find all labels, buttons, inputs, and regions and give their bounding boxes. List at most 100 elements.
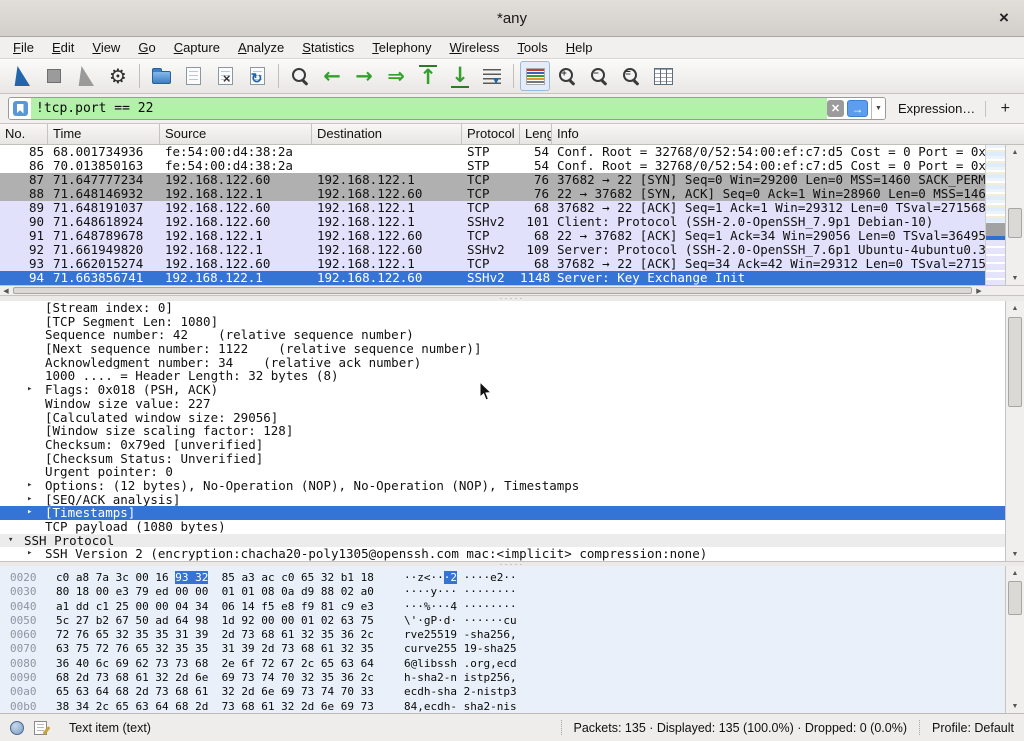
menu-statistics[interactable]: Statistics: [293, 37, 363, 58]
resize-columns-button[interactable]: [648, 61, 678, 91]
hex-row[interactable]: 003080 18 00 e3 79 ed 00 00 01 01 08 0a …: [10, 585, 1024, 599]
detail-line[interactable]: ▸Options: (12 bytes), No-Operation (NOP)…: [0, 479, 1007, 493]
go-forward-button[interactable]: →: [349, 61, 379, 91]
scroll-up-icon[interactable]: ▲: [1006, 301, 1024, 315]
scroll-down-icon[interactable]: ▼: [1006, 271, 1024, 285]
scroll-up-icon[interactable]: ▲: [1006, 566, 1024, 580]
detail-line[interactable]: [Window size scaling factor: 128]: [0, 424, 1007, 438]
hex-row[interactable]: 009068 2d 73 68 61 32 2d 6e 69 73 74 70 …: [10, 671, 1024, 685]
zoom-out-button[interactable]: −: [584, 61, 614, 91]
column-header-no[interactable]: No.: [0, 124, 48, 144]
detail-line[interactable]: [Checksum Status: Unverified]: [0, 452, 1007, 466]
filter-expression-text[interactable]: !tcp.port == 22: [36, 101, 153, 116]
zoom-reset-button[interactable]: =: [616, 61, 646, 91]
packet-row[interactable]: 9071.648618924192.168.122.60192.168.122.…: [0, 215, 985, 229]
hex-row[interactable]: 0040a1 dd c1 25 00 00 04 34 06 14 f5 e8 …: [10, 600, 1024, 614]
hscrollbar-thumb[interactable]: [13, 287, 972, 294]
hex-row[interactable]: 008036 40 6c 69 62 73 73 68 2e 6f 72 67 …: [10, 657, 1024, 671]
bytes-vscrollbar[interactable]: ▲ ▼: [1005, 566, 1024, 713]
menu-capture[interactable]: Capture: [165, 37, 229, 58]
scrollbar-thumb[interactable]: [1008, 581, 1022, 615]
reload-button[interactable]: ↻: [242, 61, 272, 91]
go-first-button[interactable]: ↑: [413, 61, 443, 91]
packet-row[interactable]: 8670.013850163fe:54:00:d4:38:2aSTP54Conf…: [0, 159, 985, 173]
filter-bookmark-button[interactable]: [9, 98, 31, 119]
zoom-in-button[interactable]: +: [552, 61, 582, 91]
hex-row[interactable]: 00505c 27 b2 67 50 ad 64 98 1d 92 00 00 …: [10, 614, 1024, 628]
column-header-time[interactable]: Time: [48, 124, 160, 144]
detail-line[interactable]: 1000 .... = Header Length: 32 bytes (8): [0, 369, 1007, 383]
column-header-length[interactable]: Length: [520, 124, 552, 144]
colorize-button[interactable]: [520, 61, 550, 91]
open-file-button[interactable]: [146, 61, 176, 91]
close-window-button[interactable]: ×: [992, 6, 1016, 30]
packet-row[interactable]: 8568.001734936fe:54:00:d4:38:2aSTP54Conf…: [0, 145, 985, 159]
packet-list-minimap[interactable]: [985, 145, 1005, 285]
close-file-button[interactable]: ×: [210, 61, 240, 91]
packet-list-hscrollbar[interactable]: ◀ ▶: [0, 285, 985, 295]
add-filter-button[interactable]: +: [996, 100, 1014, 118]
scroll-up-icon[interactable]: ▲: [1006, 145, 1024, 159]
column-header-protocol[interactable]: Protocol: [462, 124, 520, 144]
menu-telephony[interactable]: Telephony: [363, 37, 440, 58]
hex-row[interactable]: 0020c0 a8 7a 3c 00 16 93 32 85 a3 ac c0 …: [10, 571, 1024, 585]
packet-list-vscrollbar[interactable]: ▲ ▼: [1005, 145, 1024, 285]
clear-filter-button[interactable]: ✕: [827, 100, 844, 117]
restart-capture-button[interactable]: [71, 61, 101, 91]
detail-line[interactable]: [Stream index: 0]: [0, 301, 1007, 315]
expert-info-icon[interactable]: [10, 721, 24, 735]
apply-filter-button[interactable]: →: [847, 100, 868, 117]
detail-line[interactable]: Sequence number: 42 (relative sequence n…: [0, 328, 1007, 342]
detail-line[interactable]: ▾SSH Protocol: [0, 534, 1007, 548]
go-last-button[interactable]: ↓: [445, 61, 475, 91]
menu-help[interactable]: Help: [557, 37, 602, 58]
go-back-button[interactable]: ←: [317, 61, 347, 91]
detail-line[interactable]: TCP payload (1080 bytes): [0, 520, 1007, 534]
scroll-right-icon[interactable]: ▶: [973, 286, 985, 295]
packet-row[interactable]: 9471.663856741192.168.122.1192.168.122.6…: [0, 271, 985, 285]
detail-line[interactable]: [TCP Segment Len: 1080]: [0, 315, 1007, 329]
menu-view[interactable]: View: [83, 37, 129, 58]
hex-row[interactable]: 006072 76 65 32 35 35 31 39 2d 73 68 61 …: [10, 628, 1024, 642]
hex-row[interactable]: 00a065 63 64 68 2d 73 68 61 32 2d 6e 69 …: [10, 685, 1024, 699]
menu-wireless[interactable]: Wireless: [441, 37, 509, 58]
stop-capture-button[interactable]: [39, 61, 69, 91]
menu-file[interactable]: File: [4, 37, 43, 58]
packet-row[interactable]: 9271.661949820192.168.122.1192.168.122.6…: [0, 243, 985, 257]
details-vscrollbar[interactable]: ▲ ▼: [1005, 301, 1024, 561]
expression-button[interactable]: Expression…: [898, 101, 975, 116]
hex-row[interactable]: 007063 75 72 76 65 32 35 35 31 39 2d 73 …: [10, 642, 1024, 656]
go-to-packet-button[interactable]: ⇒: [381, 61, 411, 91]
packet-row[interactable]: 9171.648789678192.168.122.1192.168.122.6…: [0, 229, 985, 243]
capture-comment-icon[interactable]: [34, 721, 47, 735]
menu-analyze[interactable]: Analyze: [229, 37, 293, 58]
capture-options-button[interactable]: ⚙: [103, 61, 133, 91]
profile-label[interactable]: Profile: Default: [932, 721, 1014, 735]
detail-line[interactable]: Urgent pointer: 0: [0, 465, 1007, 479]
save-file-button[interactable]: [178, 61, 208, 91]
auto-scroll-button[interactable]: ▼: [477, 61, 507, 91]
column-header-destination[interactable]: Destination: [312, 124, 462, 144]
scroll-left-icon[interactable]: ◀: [0, 286, 12, 295]
detail-line[interactable]: ▸[SEQ/ACK analysis]: [0, 493, 1007, 507]
hex-row[interactable]: 00b038 34 2c 65 63 64 68 2d 73 68 61 32 …: [10, 700, 1024, 713]
detail-line[interactable]: Window size value: 227: [0, 397, 1007, 411]
detail-line[interactable]: [Calculated window size: 29056]: [0, 411, 1007, 425]
detail-line[interactable]: ▸[Timestamps]: [0, 506, 1007, 520]
scrollbar-thumb[interactable]: [1008, 317, 1022, 407]
titlebar[interactable]: *any ×: [0, 0, 1024, 37]
detail-line[interactable]: [Next sequence number: 1122 (relative se…: [0, 342, 1007, 356]
scrollbar-thumb[interactable]: [1008, 208, 1022, 238]
scroll-down-icon[interactable]: ▼: [1006, 699, 1024, 713]
packet-row[interactable]: 8771.647777234192.168.122.60192.168.122.…: [0, 173, 985, 187]
packet-row[interactable]: 8871.648146932192.168.122.1192.168.122.6…: [0, 187, 985, 201]
menu-edit[interactable]: Edit: [43, 37, 83, 58]
detail-line[interactable]: Acknowledgment number: 34 (relative ack …: [0, 356, 1007, 370]
column-header-source[interactable]: Source: [160, 124, 312, 144]
menu-go[interactable]: Go: [129, 37, 164, 58]
display-filter-input[interactable]: !tcp.port == 22 ✕ → ▼: [8, 97, 886, 120]
detail-line[interactable]: ▸Flags: 0x018 (PSH, ACK): [0, 383, 1007, 397]
column-header-info[interactable]: Info: [552, 124, 1024, 144]
menu-tools[interactable]: Tools: [508, 37, 556, 58]
packet-row[interactable]: 8971.648191037192.168.122.60192.168.122.…: [0, 201, 985, 215]
